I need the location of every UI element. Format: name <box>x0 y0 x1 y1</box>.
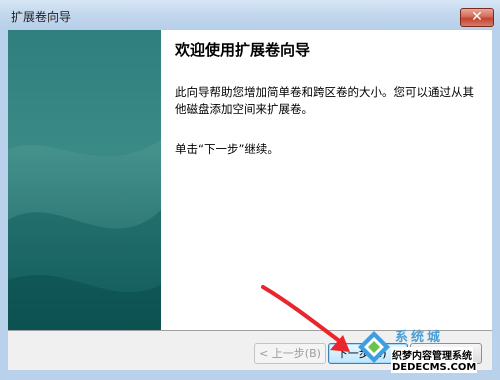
xitongcheng-logo-icon <box>358 331 390 363</box>
title-bar[interactable]: 扩展卷向导 ✕ <box>0 0 500 30</box>
wizard-content-panel: 欢迎使用扩展卷向导 此向导帮助您增加简单卷和跨区卷的大小。您可以通过从其他磁盘添… <box>161 30 492 330</box>
wizard-description: 此向导帮助您增加简单卷和跨区卷的大小。您可以通过从其他磁盘添加空间来扩展卷。 <box>175 85 474 116</box>
wizard-instruction: 单击“下一步”继续。 <box>175 142 279 156</box>
watermark-domain: DEDECMS.COM <box>391 362 478 373</box>
extend-volume-wizard-window: 扩展卷向导 ✕ 欢迎使用扩展卷向导 此向导帮助您增加简单卷和跨区卷的大小。您可以… <box>0 0 500 380</box>
close-icon: ✕ <box>471 9 483 25</box>
watermark-brand: 系统城 <box>395 330 444 345</box>
back-button[interactable]: < 上一步(B) <box>254 343 326 364</box>
close-button[interactable]: ✕ <box>460 8 494 27</box>
window-frame-left <box>0 30 8 380</box>
wizard-side-banner <box>8 30 161 330</box>
banner-wave-graphic <box>8 140 161 330</box>
watermark-cms-name: 织梦内容管理系统 <box>391 347 473 362</box>
site-watermark: 系统城 织梦内容管理系统 DEDECMS.COM <box>355 326 500 380</box>
wizard-heading: 欢迎使用扩展卷向导 <box>175 41 311 59</box>
window-title: 扩展卷向导 <box>11 10 72 24</box>
